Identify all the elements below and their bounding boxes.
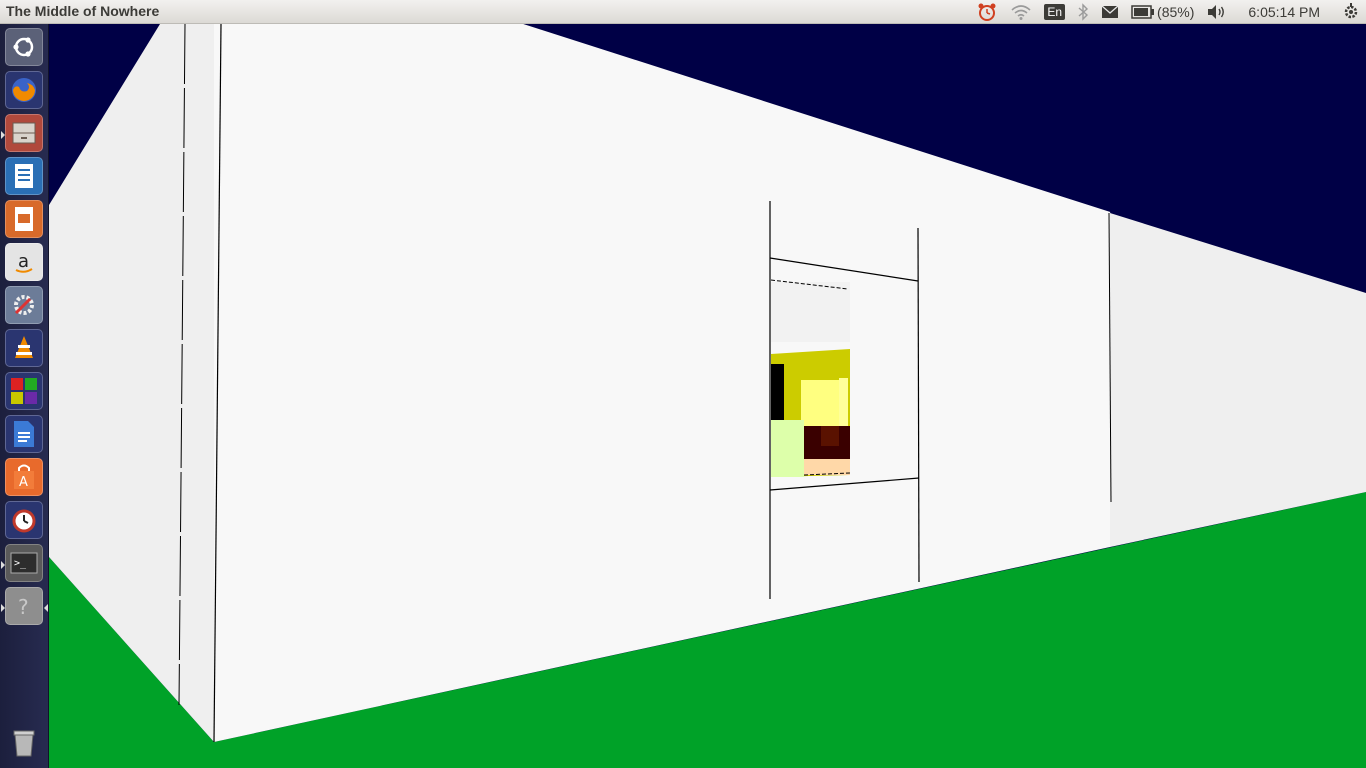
session-gear-icon[interactable] [1342,0,1360,24]
svg-text:?: ? [18,595,29,619]
focused-indicator [44,604,48,612]
vlc-cone-icon [15,336,33,358]
launcher-item-trash[interactable] [5,724,43,762]
clock[interactable]: 6:05:14 PM [1248,0,1320,24]
running-indicator [1,561,5,569]
inner-dark-block [771,364,784,420]
launcher-item-files[interactable] [1,114,43,152]
top-panel: The Middle of Nowhere En (85%) 6:05:14 P… [0,0,1366,24]
file-cabinet-icon [12,122,36,144]
launcher-item-alarm-clock[interactable] [5,501,43,539]
alarm-clock-app-icon [12,509,36,533]
launcher-item-amazon[interactable]: a [5,243,43,281]
launcher-item-software-center[interactable]: A [5,458,43,496]
trash-icon [13,730,35,757]
alarm-clock-icon[interactable] [976,0,998,24]
keyboard-layout-indicator[interactable]: En [1044,0,1066,24]
battery-indicator[interactable]: (85%) [1131,0,1194,24]
launcher-item-impress[interactable] [5,200,43,238]
inner-brown-figure-detail [821,426,839,446]
question-mark-icon: ? [18,595,29,619]
keyboard-layout-label: En [1044,4,1066,20]
launcher-item-unknown-app[interactable]: ? [1,587,48,625]
launcher-item-system-settings[interactable] [5,286,43,324]
terminal-icon: >_ [10,552,38,574]
launcher-item-terminal[interactable]: >_ [1,544,43,582]
svg-text:>_: >_ [14,558,27,569]
running-indicator [1,131,5,139]
game-3d-viewport[interactable] [49,24,1366,768]
wifi-icon[interactable] [1010,0,1032,24]
battery-percent: (85%) [1157,4,1195,20]
launcher-item-documents[interactable] [5,415,43,453]
inner-pale-green-block [771,420,804,477]
indicator-area: En (85%) 6:05:14 PM [976,0,1360,24]
docs-icon [14,421,34,447]
document-writer-icon [15,164,33,188]
inner-room-wall [771,282,850,342]
launcher-item-vlc[interactable] [5,329,43,367]
amazon-icon: a [15,251,33,273]
svg-text:A: A [19,475,28,490]
ubuntu-logo-icon [13,37,34,57]
launcher-item-app-grid[interactable] [5,372,43,410]
settings-wrench-icon [14,295,34,315]
launcher-item-firefox[interactable] [5,71,43,109]
firefox-icon [12,78,36,102]
volume-icon[interactable] [1206,0,1226,24]
launcher-item-writer[interactable] [5,157,43,195]
battery-icon [1131,5,1155,19]
presentation-icon [15,207,33,231]
bluetooth-icon[interactable] [1077,0,1089,24]
app-grid-icon [11,378,37,404]
window-title: The Middle of Nowhere [6,3,160,19]
svg-text:a: a [18,251,29,272]
running-indicator [1,604,5,612]
inner-peach-floor [804,459,850,475]
mail-icon[interactable] [1101,0,1119,24]
launcher: a A >_ ? [0,24,49,768]
shopping-bag-icon: A [14,464,34,490]
dash-home-button[interactable] [5,28,43,66]
